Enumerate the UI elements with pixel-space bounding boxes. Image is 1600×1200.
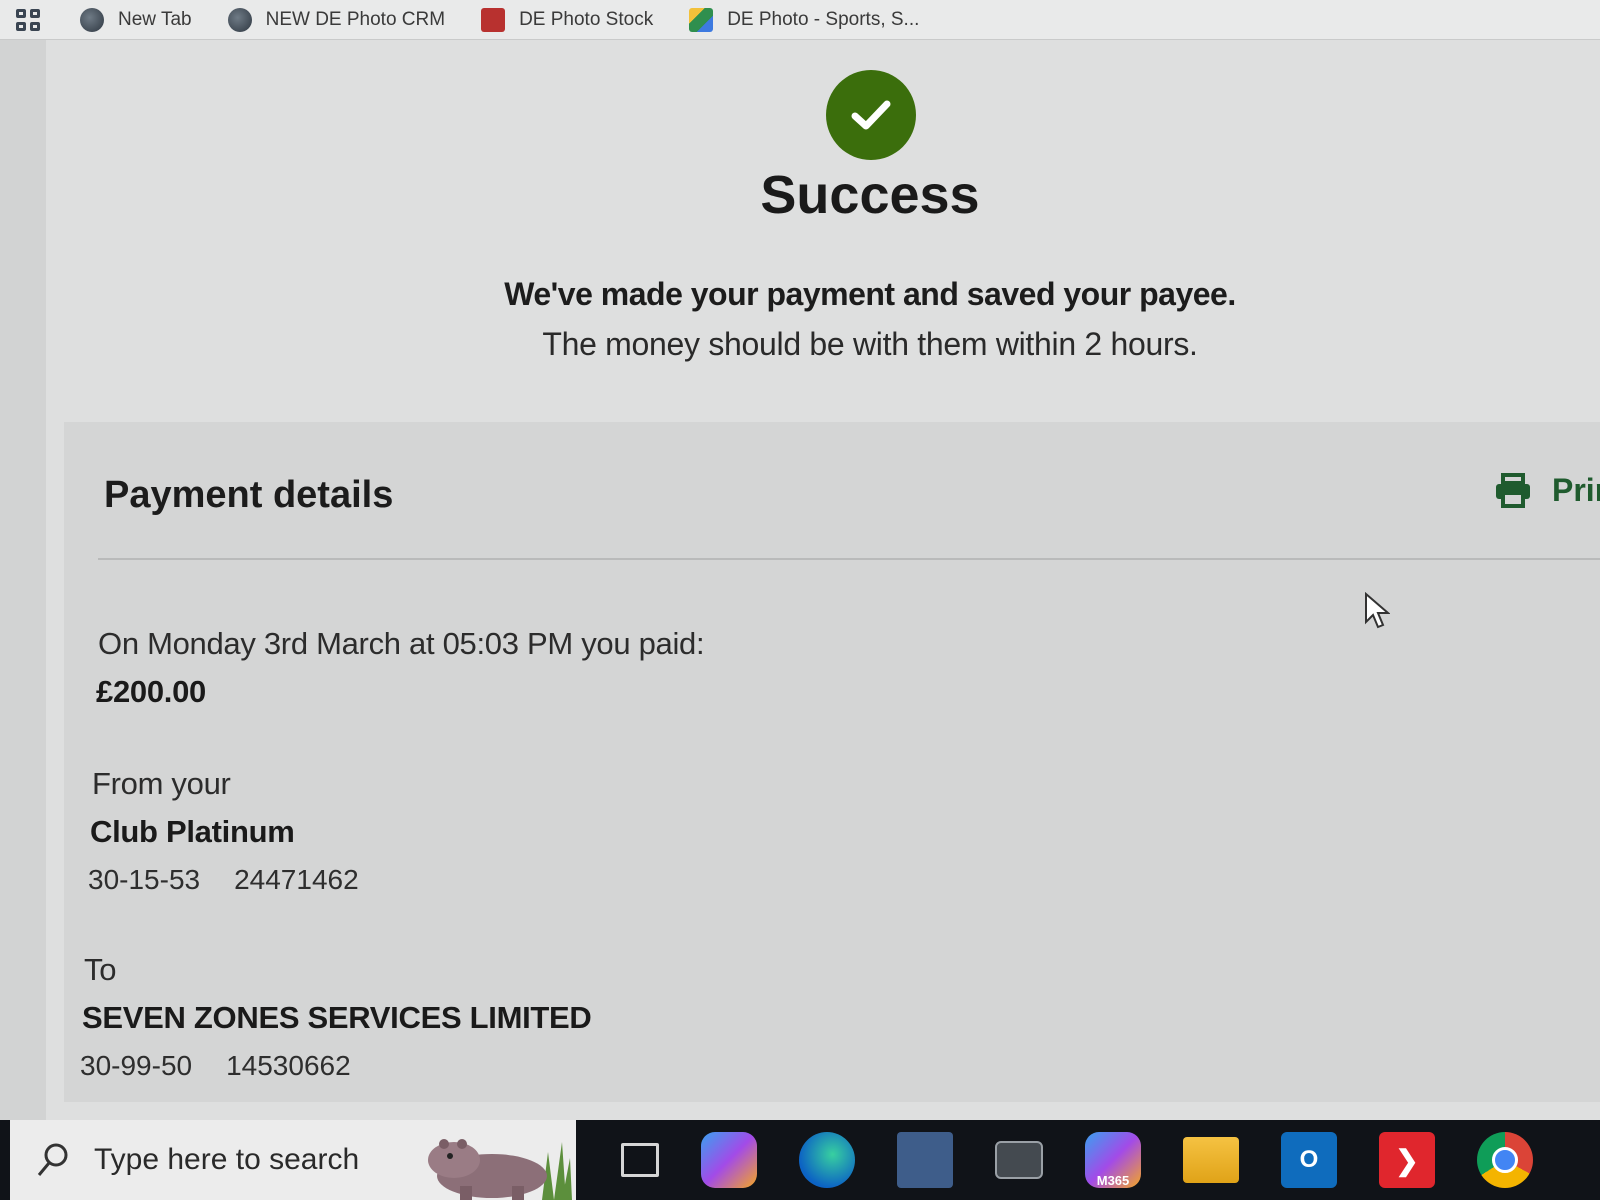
globe-icon: [227, 7, 252, 32]
success-title: Success: [760, 165, 980, 225]
to-account-number: 14530662: [226, 1050, 351, 1081]
taskbar-search-box[interactable]: Type here to search: [10, 1120, 576, 1200]
m365-icon[interactable]: M365: [1085, 1132, 1141, 1188]
file-explorer-icon[interactable]: [1183, 1137, 1239, 1183]
payment-details-card: Payment details Print On Monday 3rd Marc…: [64, 422, 1600, 1102]
from-account-details: 30-15-53 24471462: [88, 864, 359, 896]
outlook-letter: O: [1299, 1146, 1319, 1173]
from-sort-code: 30-15-53: [88, 864, 201, 895]
payment-details-heading: Payment details: [104, 474, 394, 516]
copilot-icon[interactable]: [701, 1132, 757, 1188]
bookmark-label: DE Photo - Sports, S...: [727, 8, 920, 30]
success-message: We've made your payment and saved your p…: [504, 276, 1236, 312]
print-label: Print: [1552, 472, 1600, 508]
taskbar: Type here to search M365 O ❯: [0, 1120, 1600, 1200]
from-account-number: 24471462: [234, 864, 359, 895]
remote-app-icon[interactable]: ❯: [1379, 1132, 1435, 1188]
to-label: To: [84, 952, 117, 987]
outlook-icon[interactable]: O: [1281, 1132, 1337, 1188]
bookmark-photo-stock[interactable]: DE Photo Stock: [481, 7, 654, 32]
search-icon: [37, 1143, 68, 1176]
globe-icon: [80, 7, 104, 32]
terminal-icon[interactable]: [995, 1141, 1043, 1179]
bookmark-label: NEW DE Photo CRM: [265, 8, 446, 30]
drive-icon: [689, 7, 714, 32]
payment-amount: £200.00: [96, 674, 206, 709]
to-account-details: 30-99-50 14530662: [80, 1050, 351, 1082]
stock-icon: [481, 7, 506, 32]
success-submessage: The money should be with them within 2 h…: [542, 326, 1198, 362]
hippo-illustration-icon: [428, 1139, 572, 1200]
m365-label: M365: [1096, 1173, 1130, 1188]
taskbar-icons: M365 O ❯: [600, 1132, 1554, 1188]
mouse-cursor-icon: [1365, 592, 1390, 629]
edge-icon[interactable]: [799, 1132, 855, 1188]
from-account-name: Club Platinum: [90, 814, 295, 849]
bookmarks-bar: New Tab NEW DE Photo CRM DE Photo Stock …: [0, 0, 1600, 40]
search-placeholder: Type here to search: [94, 1143, 360, 1176]
page-content: Success We've made your payment and save…: [0, 40, 1600, 1120]
bookmark-new-tab[interactable]: New Tab: [80, 7, 192, 32]
to-sort-code: 30-99-50: [80, 1050, 193, 1081]
calculator-icon[interactable]: [897, 1132, 953, 1188]
success-check-icon: [826, 70, 916, 160]
chrome-icon[interactable]: [1477, 1132, 1533, 1188]
bookmark-label: DE Photo Stock: [519, 8, 654, 30]
printer-icon: [1496, 472, 1530, 508]
from-label: From your: [92, 766, 231, 801]
print-button[interactable]: Print: [1494, 472, 1600, 509]
apps-grid-icon[interactable]: [16, 8, 42, 31]
bookmark-sports[interactable]: DE Photo - Sports, S...: [689, 7, 920, 32]
to-payee-name: SEVEN ZONES SERVICES LIMITED: [82, 1000, 592, 1035]
task-view-icon[interactable]: [621, 1143, 659, 1177]
bookmark-label: New Tab: [118, 8, 192, 30]
divider: [98, 558, 1600, 560]
bookmark-crm[interactable]: NEW DE Photo CRM: [227, 7, 446, 32]
paid-line: On Monday 3rd March at 05:03 PM you paid…: [98, 626, 705, 661]
